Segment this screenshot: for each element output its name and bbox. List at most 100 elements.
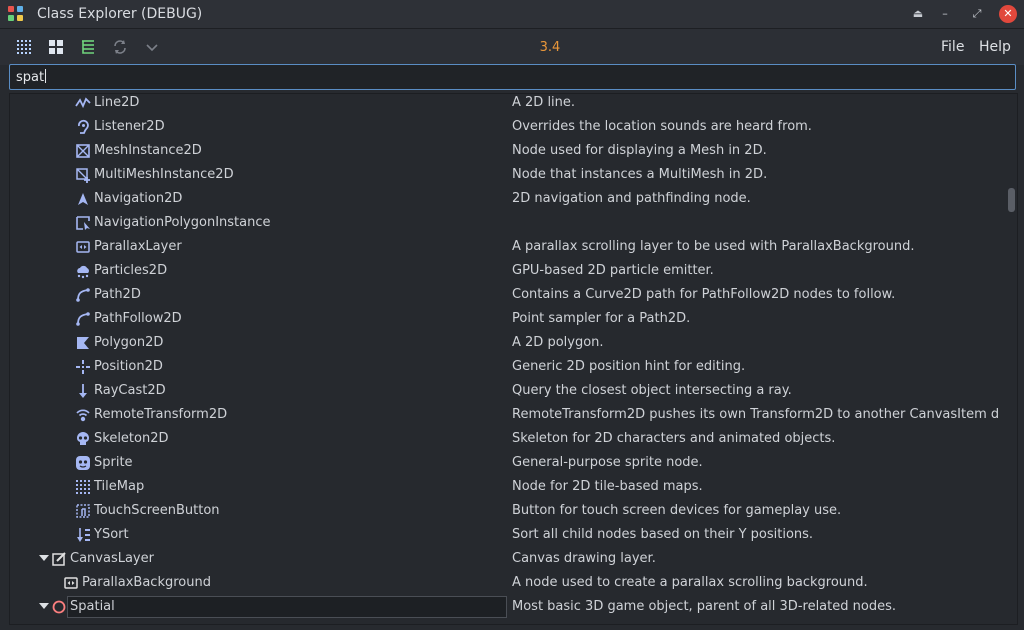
- tree-row-remotetransform2d[interactable]: RemoteTransform2D RemoteTransform2D push…: [10, 403, 1000, 427]
- tree-row-line2d[interactable]: Line2D A 2D line.: [10, 94, 1000, 115]
- meshinstance2d-icon: [76, 144, 90, 158]
- tilemap-icon: [76, 480, 90, 494]
- path2d-icon: [76, 288, 90, 302]
- tree-row-parallaxbackground[interactable]: ParallaxBackground A node used to create…: [10, 571, 1000, 595]
- tree-row-label: Position2D: [94, 359, 163, 374]
- tree-row-label: TileMap: [94, 479, 145, 494]
- tree-row-description: Generic 2D position hint for editing.: [512, 359, 746, 374]
- tree-row-description: Node that instances a MultiMesh in 2D.: [512, 167, 768, 182]
- grid-small-icon[interactable]: [16, 39, 32, 55]
- tree-row-particles2d[interactable]: Particles2D GPU-based 2D particle emitte…: [10, 259, 1000, 283]
- tree-row-label: RemoteTransform2D: [94, 407, 228, 422]
- raycast2d-icon: [79, 384, 87, 398]
- tree-row-description: General-purpose sprite node.: [512, 455, 703, 470]
- class-tree[interactable]: Line2D A 2D line. Listener2D Overrides t…: [9, 93, 1018, 625]
- tree-row-label: RayCast2D: [94, 383, 166, 398]
- tree-row-description: A parallax scrolling layer to be used wi…: [512, 239, 915, 254]
- search-input[interactable]: spat: [9, 64, 1016, 90]
- tree-row-description: Canvas drawing layer.: [512, 551, 656, 566]
- vertical-scrollbar[interactable]: [1007, 94, 1017, 624]
- expand-arrow-icon[interactable]: [39, 603, 49, 609]
- tree-row-label: Spatial: [70, 599, 115, 614]
- tree-row-description: Button for touch screen devices for game…: [512, 503, 842, 518]
- tree-row-meshinstance2d[interactable]: MeshInstance2D Node used for displaying …: [10, 139, 1000, 163]
- navigation2d-icon: [78, 193, 88, 205]
- grid-large-icon[interactable]: [48, 39, 64, 55]
- tree-row-canvaslayer[interactable]: CanvasLayer Canvas drawing layer.: [10, 547, 1000, 571]
- tree-row-label: MultiMeshInstance2D: [94, 167, 234, 182]
- text-caret: [45, 69, 47, 83]
- position2d-icon: [76, 360, 90, 374]
- particles2d-icon: [77, 265, 89, 279]
- tree-row-multimeshinstance2d[interactable]: MultiMeshInstance2D Node that instances …: [10, 163, 1000, 187]
- app-icon: [8, 6, 24, 22]
- parallaxlayer-icon: [76, 241, 90, 253]
- tree-row-label: Skeleton2D: [94, 431, 169, 446]
- tree-row-description: RemoteTransform2D pushes its own Transfo…: [512, 407, 998, 422]
- shade-icon[interactable]: ⏏: [909, 5, 927, 23]
- toolbar: 3.4 File Help: [0, 29, 1024, 65]
- tree-row-position2d[interactable]: Position2D Generic 2D position hint for …: [10, 355, 1000, 379]
- tree-row-ysort[interactable]: YSort Sort all child nodes based on thei…: [10, 523, 1000, 547]
- tree-row-parallaxlayer[interactable]: ParallaxLayer A parallax scrolling layer…: [10, 235, 1000, 259]
- tree-row-label: Sprite: [94, 455, 133, 470]
- listener2d-icon: [78, 119, 89, 134]
- menu-file[interactable]: File: [941, 39, 964, 55]
- tree-row-description: Node for 2D tile-based maps.: [512, 479, 703, 494]
- spatial-icon: [52, 600, 66, 614]
- tree-row-navigation2d[interactable]: Navigation2D 2D navigation and pathfindi…: [10, 187, 1000, 211]
- tree-row-pathfollow2d[interactable]: PathFollow2D Point sampler for a Path2D.: [10, 307, 1000, 331]
- tree-row-polygon2d[interactable]: Polygon2D A 2D polygon.: [10, 331, 1000, 355]
- tree-row-listener2d[interactable]: Listener2D Overrides the location sounds…: [10, 115, 1000, 139]
- touchscreenbutton-icon: [76, 504, 90, 518]
- restore-icon[interactable]: ⤢: [968, 5, 986, 23]
- sprite-icon: [76, 456, 90, 470]
- refresh-icon[interactable]: [112, 39, 128, 55]
- tree-row-description: Query the closest object intersecting a …: [512, 383, 792, 398]
- tree-row-path2d[interactable]: Path2D Contains a Curve2D path for PathF…: [10, 283, 1000, 307]
- tree-row-label: ParallaxBackground: [82, 575, 211, 590]
- chevron-down-icon[interactable]: [144, 39, 160, 55]
- minimize-icon[interactable]: –: [936, 5, 954, 23]
- rename-field[interactable]: [67, 596, 507, 618]
- tree-row-spatial[interactable]: Spatial Most basic 3D game object, paren…: [10, 595, 1000, 619]
- tree-row-label: ParallaxLayer: [94, 239, 182, 254]
- tree-row-navigationpolygoninstance[interactable]: NavigationPolygonInstance: [10, 211, 1000, 235]
- tree-row-description: Skeleton for 2D characters and animated …: [512, 431, 836, 446]
- expand-arrow-icon[interactable]: [39, 555, 49, 561]
- tree-row-description: 2D navigation and pathfinding node.: [512, 191, 751, 206]
- tree-row-label: CanvasLayer: [70, 551, 154, 566]
- window-title: Class Explorer (DEBUG): [37, 6, 203, 22]
- tree-row-skeleton2d[interactable]: Skeleton2D Skeleton for 2D characters an…: [10, 427, 1000, 451]
- tree-row-label: Listener2D: [94, 119, 165, 134]
- tree-row-tilemap[interactable]: TileMap Node for 2D tile-based maps.: [10, 475, 1000, 499]
- version-label: 3.4: [539, 40, 561, 55]
- tree-row-description: Node used for displaying a Mesh in 2D.: [512, 143, 767, 158]
- remotetransform2d-icon: [76, 409, 90, 422]
- title-bar: Class Explorer (DEBUG) ⏏ – ⤢ ✕: [0, 0, 1024, 29]
- tree-row-description: GPU-based 2D particle emitter.: [512, 263, 714, 278]
- tree-row-description: Sort all child nodes based on their Y po…: [512, 527, 814, 542]
- close-icon[interactable]: ✕: [999, 5, 1017, 23]
- polygon2d-icon: [77, 337, 89, 349]
- tree-row-description: A node used to create a parallax scrolli…: [512, 575, 868, 590]
- tree-row-label: YSort: [94, 527, 129, 542]
- tree-row-label: PathFollow2D: [94, 311, 182, 326]
- tree-row-label: Particles2D: [94, 263, 168, 278]
- tree-row-description: Point sampler for a Path2D.: [512, 311, 691, 326]
- tree-view-icon[interactable]: [80, 39, 96, 55]
- search-input-value: spat: [16, 69, 47, 85]
- tree-row-touchscreenbutton[interactable]: TouchScreenButton Button for touch scree…: [10, 499, 1000, 523]
- multimeshinstance2d-icon: [76, 168, 90, 183]
- scrollbar-thumb[interactable]: [1008, 188, 1015, 212]
- tree-row-label: Polygon2D: [94, 335, 164, 350]
- tree-row-raycast2d[interactable]: RayCast2D Query the closest object inter…: [10, 379, 1000, 403]
- tree-row-label: Navigation2D: [94, 191, 183, 206]
- tree-row-label: MeshInstance2D: [94, 143, 202, 158]
- tree-row-sprite[interactable]: Sprite General-purpose sprite node.: [10, 451, 1000, 475]
- menu-help[interactable]: Help: [979, 39, 1011, 55]
- tree-row-label: NavigationPolygonInstance: [94, 215, 271, 230]
- tree-row-description: Most basic 3D game object, parent of all…: [512, 599, 896, 614]
- tree-row-description: Contains a Curve2D path for PathFollow2D…: [512, 287, 896, 302]
- tree-row-description: A 2D line.: [512, 95, 576, 110]
